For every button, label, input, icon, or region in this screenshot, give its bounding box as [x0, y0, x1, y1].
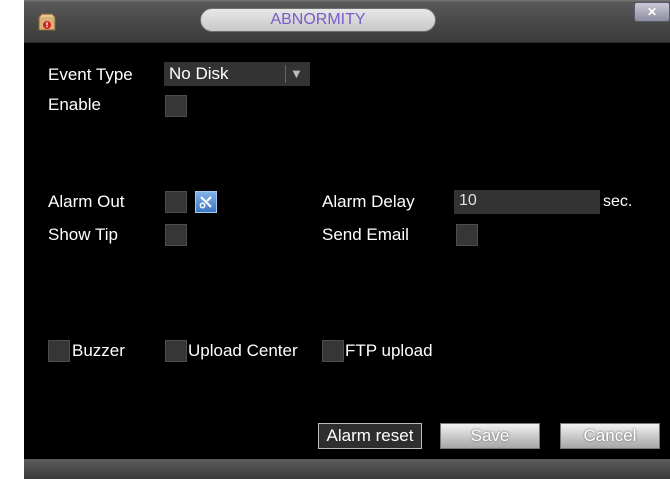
ftp-upload-label: FTP upload	[345, 341, 433, 360]
buzzer-checkbox[interactable]	[48, 340, 70, 362]
chevron-down-icon: ▼	[290, 66, 303, 81]
title-bar[interactable]: ABNORMITY ✕	[24, 0, 670, 43]
select-separator	[285, 65, 286, 83]
close-icon: ✕	[646, 5, 658, 19]
alarm-reset-button[interactable]: Alarm reset	[318, 423, 422, 449]
enable-label: Enable	[48, 95, 101, 114]
setup-icon	[199, 196, 212, 209]
send-email-label: Send Email	[322, 225, 409, 244]
alarm-delay-unit: sec.	[603, 193, 633, 210]
warning-app-icon	[38, 13, 56, 31]
alarm-delay-label: Alarm Delay	[322, 192, 415, 211]
upload-center-checkbox[interactable]	[165, 340, 187, 362]
show-tip-label: Show Tip	[48, 225, 118, 244]
event-type-label: Event Type	[48, 65, 133, 84]
alarm-out-label: Alarm Out	[48, 192, 125, 211]
ftp-upload-checkbox[interactable]	[322, 340, 344, 362]
save-button[interactable]: Save	[440, 423, 540, 449]
enable-checkbox[interactable]	[165, 95, 187, 117]
buzzer-label: Buzzer	[72, 341, 125, 360]
alarm-out-checkbox[interactable]	[165, 191, 187, 213]
upload-center-label: Upload Center	[188, 341, 298, 360]
window-title: ABNORMITY	[200, 8, 436, 32]
cancel-button[interactable]: Cancel	[560, 423, 660, 449]
event-type-value: No Disk	[169, 64, 229, 83]
alarm-out-setup-button[interactable]	[195, 191, 217, 213]
alarm-delay-input[interactable]: 10	[454, 190, 600, 214]
bottom-bar	[24, 459, 670, 479]
close-button[interactable]: ✕	[634, 2, 670, 22]
send-email-checkbox[interactable]	[456, 224, 478, 246]
event-type-select[interactable]: No Disk ▼	[164, 62, 310, 86]
show-tip-checkbox[interactable]	[165, 224, 187, 246]
abnormity-dialog: ABNORMITY ✕ Event Type No Disk ▼ Enable …	[24, 0, 670, 479]
window-title-text: ABNORMITY	[270, 11, 366, 28]
